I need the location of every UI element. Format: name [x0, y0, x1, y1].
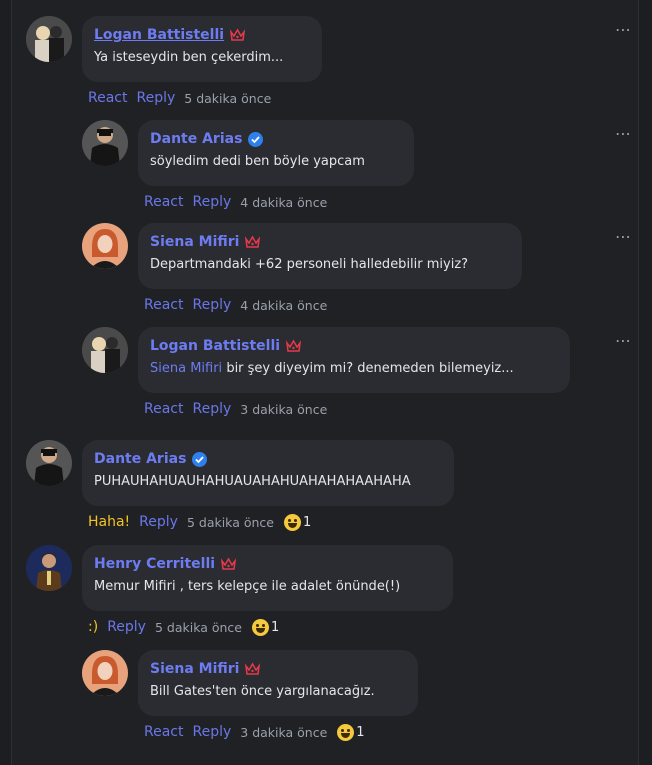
reply-button[interactable]: Reply [107, 619, 146, 635]
avatar-henry[interactable] [26, 545, 72, 591]
author-name[interactable]: Henry Cerritelli [94, 556, 215, 572]
reply-button[interactable]: Reply [139, 514, 178, 530]
timestamp: 4 dakika önce [240, 297, 328, 313]
react-button[interactable]: React [144, 297, 183, 313]
timestamp: 4 dakika önce [240, 194, 328, 210]
timestamp: 5 dakika önce [186, 514, 274, 530]
reaction-count: 1 [302, 514, 312, 530]
author-name[interactable]: Dante Arias [94, 451, 186, 467]
reply-button[interactable]: Reply [192, 401, 231, 417]
author-name[interactable]: Siena Mifiri [150, 661, 239, 677]
comment-text: Siena Mifiri bir şey diyeyim mi? denemed… [150, 361, 558, 381]
author-name[interactable]: Logan Battistelli [94, 27, 224, 43]
avatar-logan[interactable] [82, 327, 128, 373]
timestamp: 3 dakika önce [240, 724, 328, 740]
reaction-summary[interactable]: 1 [337, 723, 365, 741]
reaction-summary[interactable]: 1 [283, 513, 312, 531]
author-name[interactable]: Logan Battistelli [150, 338, 280, 354]
comment-bubble: Siena Mifiri Departmandaki +62 personeli… [138, 223, 522, 289]
mention-link[interactable]: Siena Mifiri [150, 361, 222, 376]
avatar-logan[interactable] [26, 16, 72, 62]
comments-panel: Logan Battistelli Ya isteseydin ben çeke… [11, 0, 639, 765]
timestamp: 3 dakika önce [240, 401, 328, 417]
laughing-emoji-icon [283, 513, 301, 531]
comment-text: PUHAUHAHUAUHAHUAUAHAHUAHAHAHAAHAHA [94, 474, 411, 489]
reaction-count: 1 [271, 619, 280, 635]
verified-icon [191, 451, 208, 468]
avatar-dante[interactable] [82, 120, 128, 166]
avatar-siena[interactable] [82, 223, 128, 269]
verified-icon [247, 131, 264, 148]
smile-react-button[interactable]: :) [88, 619, 98, 635]
comment-text: Memur Mifiri , ters kelepçe ile adalet ö… [94, 579, 401, 594]
comment-text: Departmandaki +62 personeli halledebilir… [150, 257, 469, 272]
comment-bubble: Dante Arias söyledim dedi ben böyle yapc… [138, 120, 414, 186]
more-options-icon[interactable]: ⋯ [615, 229, 632, 245]
react-button[interactable]: React [88, 90, 127, 106]
comment-text-body: bir şey diyeyim mi? denemeden bilemeyiz.… [222, 361, 514, 376]
more-options-icon[interactable]: ⋯ [615, 126, 632, 142]
crown-icon [220, 556, 237, 573]
react-button[interactable]: React [144, 194, 183, 210]
avatar-siena[interactable] [82, 650, 128, 696]
smile-emoji-icon [252, 618, 269, 636]
comment-bubble: Dante Arias PUHAUHAHUAUHAHUAUAHAHUAHAHAH… [82, 440, 454, 506]
reaction-count: 1 [356, 724, 365, 740]
comment-text: Ya isteseydin ben çekerdim... [94, 50, 284, 65]
comment-text: Bill Gates'ten önce yargılanacağız. [150, 684, 375, 699]
more-options-icon[interactable]: ⋯ [615, 333, 632, 349]
reaction-summary[interactable]: 1 [252, 618, 280, 636]
comment-text: söyledim dedi ben böyle yapcam [150, 154, 365, 169]
crown-icon [229, 27, 246, 44]
crown-icon [244, 234, 261, 251]
comment-bubble: Logan Battistelli Ya isteseydin ben çeke… [82, 16, 322, 82]
more-options-icon[interactable]: ⋯ [615, 22, 632, 38]
author-name[interactable]: Siena Mifiri [150, 234, 239, 250]
timestamp: 5 dakika önce [184, 90, 272, 106]
comment-bubble: Siena Mifiri Bill Gates'ten önce yargıla… [138, 650, 418, 716]
crown-icon [244, 661, 261, 678]
avatar-dante[interactable] [26, 440, 72, 486]
laughing-emoji-icon [337, 723, 355, 741]
comment-bubble: Henry Cerritelli Memur Mifiri , ters kel… [82, 545, 453, 611]
author-name[interactable]: Dante Arias [150, 131, 242, 147]
haha-react-button[interactable]: Haha! [88, 514, 130, 530]
reply-button[interactable]: Reply [192, 724, 231, 740]
react-button[interactable]: React [144, 724, 183, 740]
comment-bubble: Logan Battistelli Siena Mifiri bir şey d… [138, 327, 570, 393]
timestamp: 5 dakika önce [154, 619, 242, 635]
crown-icon [285, 338, 302, 355]
react-button[interactable]: React [144, 401, 183, 417]
reply-button[interactable]: Reply [192, 297, 231, 313]
reply-button[interactable]: Reply [192, 194, 231, 210]
reply-button[interactable]: Reply [136, 90, 175, 106]
